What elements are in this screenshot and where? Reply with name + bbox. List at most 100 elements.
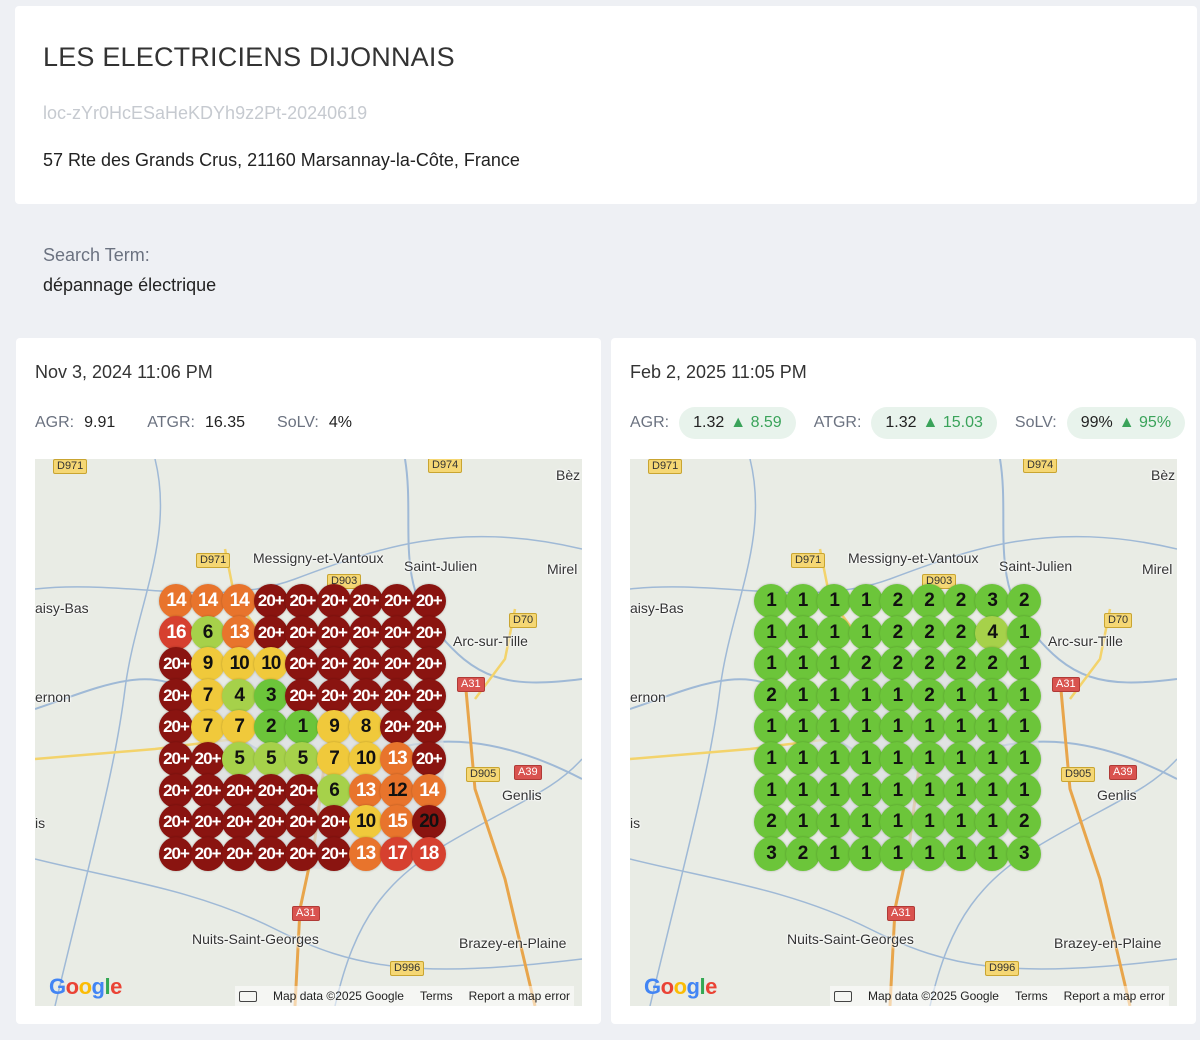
rank-pin[interactable]: 1 bbox=[1006, 678, 1041, 713]
rank-pin[interactable]: 10 bbox=[253, 647, 288, 682]
rank-pin[interactable]: 1 bbox=[912, 836, 946, 871]
rank-pin[interactable]: 1 bbox=[1006, 710, 1041, 745]
rank-pin[interactable]: 1 bbox=[285, 710, 320, 745]
rank-pin[interactable]: 1 bbox=[754, 647, 788, 682]
rank-pin[interactable]: 1 bbox=[848, 742, 883, 776]
rank-pin[interactable]: 7 bbox=[190, 710, 225, 745]
rank-pin[interactable]: 1 bbox=[975, 742, 1010, 776]
rank-pin[interactable]: 4 bbox=[222, 678, 257, 713]
rank-pin[interactable]: 1 bbox=[912, 773, 946, 808]
rank-pin[interactable]: 10 bbox=[348, 805, 383, 840]
keyboard-icon[interactable] bbox=[239, 990, 258, 1002]
rank-pin[interactable]: 1 bbox=[880, 742, 915, 776]
rank-pin[interactable]: 1 bbox=[785, 710, 820, 745]
rank-pin[interactable]: 1 bbox=[817, 647, 852, 682]
rank-pin[interactable]: 20+ bbox=[190, 836, 225, 871]
rank-pin[interactable]: 20+ bbox=[190, 742, 225, 776]
terms-link[interactable]: Terms bbox=[1015, 989, 1048, 1003]
rank-pin[interactable]: 7 bbox=[222, 710, 257, 745]
rank-pin[interactable]: 20+ bbox=[253, 805, 288, 840]
rank-pin[interactable]: 20+ bbox=[348, 678, 383, 713]
rank-pin[interactable]: 3 bbox=[754, 836, 788, 871]
rank-pin[interactable]: 13 bbox=[380, 742, 415, 776]
rank-pin[interactable]: 1 bbox=[912, 742, 946, 776]
rank-pin[interactable]: 1 bbox=[817, 615, 852, 650]
rank-pin[interactable]: 1 bbox=[943, 836, 978, 871]
rank-pin[interactable]: 1 bbox=[848, 615, 883, 650]
rank-pin[interactable]: 2 bbox=[912, 647, 946, 682]
rank-pin[interactable]: 20+ bbox=[411, 678, 446, 713]
rank-pin[interactable]: 20+ bbox=[411, 584, 446, 618]
rank-pin[interactable]: 20+ bbox=[380, 678, 415, 713]
rank-pin[interactable]: 20+ bbox=[411, 647, 446, 682]
rank-pin[interactable]: 2 bbox=[848, 647, 883, 682]
rank-pin[interactable]: 2 bbox=[785, 836, 820, 871]
rank-pin[interactable]: 9 bbox=[190, 647, 225, 682]
rank-pin[interactable]: 1 bbox=[848, 584, 883, 618]
rank-pin[interactable]: 20+ bbox=[317, 584, 351, 618]
rank-pin[interactable]: 1 bbox=[848, 805, 883, 840]
rank-pin[interactable]: 20+ bbox=[222, 836, 257, 871]
rank-pin[interactable]: 10 bbox=[348, 742, 383, 776]
rank-pin[interactable]: 20+ bbox=[159, 647, 193, 682]
rank-pin[interactable]: 14 bbox=[411, 773, 446, 808]
rank-pin[interactable]: 14 bbox=[222, 584, 257, 618]
rank-pin[interactable]: 1 bbox=[754, 615, 788, 650]
rank-pin[interactable]: 1 bbox=[817, 742, 852, 776]
rank-pin[interactable]: 1 bbox=[848, 678, 883, 713]
rank-pin[interactable]: 20+ bbox=[190, 773, 225, 808]
rank-grid-map[interactable]: D971 D974 Bèz D971 Messigny-et-Vantoux S… bbox=[35, 459, 582, 1006]
rank-pin[interactable]: 20+ bbox=[285, 647, 320, 682]
rank-pin[interactable]: 17 bbox=[380, 836, 415, 871]
rank-pin[interactable]: 20+ bbox=[380, 647, 415, 682]
rank-pin[interactable]: 1 bbox=[975, 836, 1010, 871]
rank-pin[interactable]: 4 bbox=[975, 615, 1010, 650]
rank-pin[interactable]: 20+ bbox=[159, 742, 193, 776]
rank-pin[interactable]: 14 bbox=[159, 584, 193, 618]
rank-pin[interactable]: 2 bbox=[253, 710, 288, 745]
rank-pin[interactable]: 20+ bbox=[348, 615, 383, 650]
rank-pin[interactable]: 20+ bbox=[317, 647, 351, 682]
rank-pin[interactable]: 1 bbox=[912, 710, 946, 745]
rank-pin[interactable]: 20+ bbox=[285, 805, 320, 840]
rank-pin[interactable]: 16 bbox=[159, 615, 193, 650]
rank-pin[interactable]: 2 bbox=[1006, 805, 1041, 840]
report-map-error-link[interactable]: Report a map error bbox=[1064, 989, 1165, 1003]
rank-pin[interactable]: 20+ bbox=[159, 710, 193, 745]
rank-pin[interactable]: 20+ bbox=[285, 836, 320, 871]
keyboard-icon[interactable] bbox=[834, 990, 853, 1002]
rank-pin[interactable]: 1 bbox=[880, 678, 915, 713]
rank-pin[interactable]: 20+ bbox=[317, 678, 351, 713]
rank-pin[interactable]: 3 bbox=[253, 678, 288, 713]
rank-pin[interactable]: 2 bbox=[912, 678, 946, 713]
rank-pin[interactable]: 20+ bbox=[285, 615, 320, 650]
rank-pin[interactable]: 20+ bbox=[222, 805, 257, 840]
rank-pin[interactable]: 20+ bbox=[348, 647, 383, 682]
rank-pin[interactable]: 1 bbox=[943, 805, 978, 840]
rank-pin[interactable]: 1 bbox=[1006, 773, 1041, 808]
terms-link[interactable]: Terms bbox=[420, 989, 453, 1003]
rank-pin[interactable]: 1 bbox=[785, 647, 820, 682]
rank-grid-map[interactable]: D971 D974 Bèz D971 Messigny-et-Vantoux S… bbox=[630, 459, 1177, 1006]
rank-pin[interactable]: 20+ bbox=[348, 584, 383, 618]
rank-pin[interactable]: 1 bbox=[1006, 615, 1041, 650]
rank-pin[interactable]: 5 bbox=[253, 742, 288, 776]
rank-pin[interactable]: 20+ bbox=[159, 836, 193, 871]
rank-pin[interactable]: 1 bbox=[943, 773, 978, 808]
rank-pin[interactable]: 2 bbox=[912, 615, 946, 650]
rank-pin[interactable]: 2 bbox=[943, 615, 978, 650]
rank-pin[interactable]: 20+ bbox=[159, 678, 193, 713]
rank-pin[interactable]: 7 bbox=[190, 678, 225, 713]
rank-pin[interactable]: 1 bbox=[912, 805, 946, 840]
rank-pin[interactable]: 1 bbox=[817, 836, 852, 871]
rank-pin[interactable]: 20+ bbox=[253, 836, 288, 871]
rank-pin[interactable]: 20+ bbox=[253, 773, 288, 808]
rank-pin[interactable]: 1 bbox=[1006, 647, 1041, 682]
rank-pin[interactable]: 1 bbox=[975, 710, 1010, 745]
rank-pin[interactable]: 1 bbox=[880, 773, 915, 808]
rank-pin[interactable]: 1 bbox=[817, 805, 852, 840]
rank-pin[interactable]: 13 bbox=[348, 836, 383, 871]
rank-pin[interactable]: 1 bbox=[754, 584, 788, 618]
rank-pin[interactable]: 7 bbox=[317, 742, 351, 776]
rank-pin[interactable]: 1 bbox=[975, 678, 1010, 713]
